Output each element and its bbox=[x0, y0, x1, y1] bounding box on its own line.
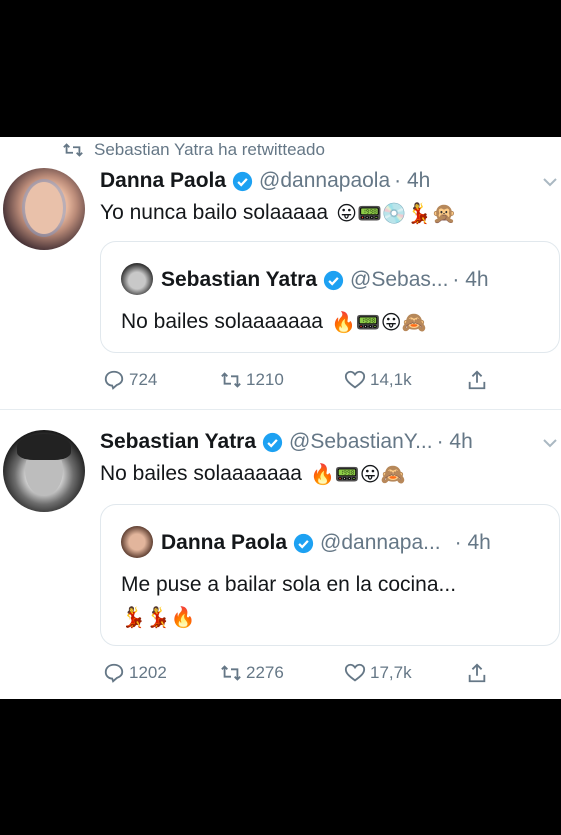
quoted-author-handle: @dannapa... bbox=[320, 531, 441, 554]
tweet-actions: 1202 2276 17,7k bbox=[0, 660, 561, 686]
quoted-author-name: Sebastian Yatra bbox=[161, 268, 318, 291]
tweet-text: Yo nunca bailo solaaaaa 😛📟💿💃🙊 bbox=[100, 201, 457, 225]
quoted-body: No bailes solaaaaaaa bbox=[121, 310, 323, 333]
quoted-emojis: 💃💃🔥 bbox=[121, 605, 196, 629]
tweet-emojis: 🔥📟😛🙈 bbox=[309, 462, 406, 486]
chevron-down-icon[interactable] bbox=[542, 177, 558, 187]
quoted-body: Me puse a bailar sola en la cocina... bbox=[121, 573, 457, 596]
retweet-button[interactable]: 1210 bbox=[220, 369, 284, 391]
retweet-icon bbox=[221, 665, 241, 681]
retweet-icon bbox=[63, 143, 83, 157]
verified-icon bbox=[262, 432, 283, 452]
tweet-header: Sebastian Yatra @SebastianY... · 4h bbox=[100, 430, 473, 454]
tweet-body: No bailes solaaaaaaa bbox=[100, 462, 302, 485]
reply-count: 1202 bbox=[129, 663, 167, 682]
tweet-emojis: 😛📟💿💃🙊 bbox=[336, 201, 457, 225]
quoted-tweet[interactable]: Sebastian Yatra @Sebas... · 4h No bailes… bbox=[100, 241, 560, 353]
retweet-count: 2276 bbox=[246, 663, 284, 682]
like-button[interactable]: 14,1k bbox=[344, 369, 412, 391]
author-name[interactable]: Danna Paola bbox=[100, 169, 226, 193]
quoted-emojis: 🔥📟😛🙈 bbox=[330, 310, 427, 334]
retweet-icon bbox=[221, 372, 241, 388]
retweet-count: 1210 bbox=[246, 370, 284, 389]
retweet-button[interactable]: 2276 bbox=[220, 662, 284, 684]
quoted-avatar bbox=[121, 263, 153, 295]
quoted-timestamp: · 4h bbox=[452, 268, 489, 291]
like-button[interactable]: 17,7k bbox=[344, 662, 412, 684]
author-handle[interactable]: @dannapaola bbox=[259, 169, 390, 193]
quoted-header: Sebastian Yatra @Sebas... · 4h bbox=[161, 268, 489, 292]
share-icon bbox=[468, 663, 486, 683]
quoted-tweet[interactable]: Danna Paola @dannapa... · 4h Me puse a b… bbox=[100, 504, 560, 646]
top-letterbox bbox=[0, 0, 561, 137]
tweet-actions: 724 1210 14,1k bbox=[0, 367, 561, 393]
heart-icon bbox=[344, 663, 366, 682]
avatar[interactable] bbox=[3, 168, 85, 250]
tweet-body: Yo nunca bailo solaaaaa bbox=[100, 201, 329, 224]
timestamp[interactable]: · 4h bbox=[437, 430, 473, 454]
reply-count: 724 bbox=[129, 370, 158, 389]
tweet-text: No bailes solaaaaaaa 🔥📟😛🙈 bbox=[100, 462, 406, 486]
quoted-header: Danna Paola @dannapa... · 4h bbox=[161, 531, 491, 555]
verified-icon bbox=[232, 171, 253, 191]
tweet-divider bbox=[0, 409, 561, 410]
timeline: Sebastian Yatra ha retwitteado Danna Pao… bbox=[0, 137, 561, 699]
like-count: 17,7k bbox=[370, 663, 412, 682]
share-button[interactable] bbox=[466, 662, 488, 684]
quoted-timestamp: · 4h bbox=[454, 531, 491, 554]
chevron-down-icon[interactable] bbox=[542, 438, 558, 448]
author-name[interactable]: Sebastian Yatra bbox=[100, 430, 256, 454]
share-icon bbox=[468, 370, 486, 390]
timestamp[interactable]: · 4h bbox=[394, 169, 430, 193]
reply-icon bbox=[104, 370, 124, 390]
quoted-emoji-line: 💃💃🔥 bbox=[121, 605, 196, 629]
reply-button[interactable]: 724 bbox=[103, 369, 157, 391]
quoted-author-handle: @Sebas... bbox=[350, 268, 449, 291]
like-count: 14,1k bbox=[370, 370, 412, 389]
verified-icon bbox=[323, 270, 344, 290]
bottom-letterbox bbox=[0, 699, 561, 835]
share-button[interactable] bbox=[466, 369, 488, 391]
reply-icon bbox=[104, 663, 124, 683]
quoted-avatar bbox=[121, 526, 153, 558]
reply-button[interactable]: 1202 bbox=[103, 662, 167, 684]
quoted-author-name: Danna Paola bbox=[161, 531, 288, 554]
tweet-header: Danna Paola @dannapaola · 4h bbox=[100, 169, 430, 193]
heart-icon bbox=[344, 370, 366, 389]
avatar[interactable] bbox=[3, 430, 85, 512]
quoted-text: No bailes solaaaaaaa 🔥📟😛🙈 bbox=[121, 310, 427, 334]
retweet-indicator-text: Sebastian Yatra ha retwitteado bbox=[94, 140, 325, 159]
verified-icon bbox=[293, 533, 314, 553]
author-handle[interactable]: @SebastianY... bbox=[289, 430, 433, 454]
quoted-text: Me puse a bailar sola en la cocina... bbox=[121, 573, 456, 597]
retweet-indicator[interactable]: Sebastian Yatra ha retwitteado bbox=[62, 140, 325, 160]
